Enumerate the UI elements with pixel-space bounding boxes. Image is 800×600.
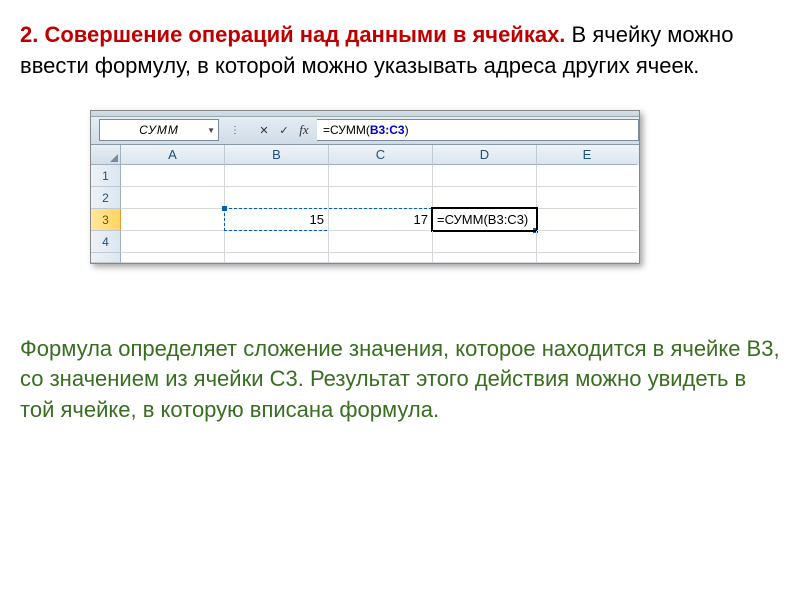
cell-b1[interactable] [225,165,329,187]
cell-b5[interactable] [225,253,329,263]
cell-c5[interactable] [329,253,433,263]
formula-bar-grip: ⋮ [219,125,251,136]
cell-b3[interactable]: 15 [225,209,329,231]
row-2: 2 [91,187,639,209]
column-headers: A B C D E [91,145,639,165]
formula-input[interactable]: =СУММ(B3:C3) [317,119,639,141]
enter-button[interactable]: ✓ [275,121,293,139]
col-header-e[interactable]: E [537,145,637,165]
cell-c3[interactable]: 17 [329,209,433,231]
cell-a1[interactable] [121,165,225,187]
cell-d4[interactable] [433,231,537,253]
spreadsheet-grid: A B C D E 1 2 3 15 [91,145,639,263]
row-4: 4 [91,231,639,253]
row-1: 1 [91,165,639,187]
cell-c2[interactable] [329,187,433,209]
cell-d5[interactable] [433,253,537,263]
cell-c4[interactable] [329,231,433,253]
col-header-d[interactable]: D [433,145,537,165]
cell-a2[interactable] [121,187,225,209]
cell-b4[interactable] [225,231,329,253]
cell-e1[interactable] [537,165,637,187]
cell-d1[interactable] [433,165,537,187]
col-header-c[interactable]: C [329,145,433,165]
explanation-text: Формула определяет сложение значения, ко… [20,334,780,426]
name-box[interactable]: СУММ ▼ [99,119,219,141]
cell-d3-value: =СУММ(B3:C3) [437,212,528,227]
row-header-1[interactable]: 1 [91,165,121,187]
cell-a3[interactable] [121,209,225,231]
name-box-dropdown-icon[interactable]: ▼ [207,126,216,135]
cell-d3[interactable]: =СУММ(B3:C3) [433,209,537,231]
row-header-3[interactable]: 3 [91,209,121,231]
cell-e2[interactable] [537,187,637,209]
row-header-5[interactable] [91,253,121,263]
formula-bar-buttons: ✕ ✓ fx [251,119,317,141]
formula-suffix: ) [405,123,409,137]
cell-b2[interactable] [225,187,329,209]
slide-heading: 2. Совершение операций над данными в яче… [20,20,780,82]
cell-b3-value: 15 [310,212,324,227]
cancel-button[interactable]: ✕ [255,121,273,139]
name-box-value: СУММ [139,123,179,137]
cell-e5[interactable] [537,253,637,263]
formula-range: B3:C3 [370,123,405,137]
row-3: 3 15 17 =СУММ(B3:C3) [91,209,639,231]
cell-c3-value: 17 [414,212,428,227]
cell-a5[interactable] [121,253,225,263]
row-header-4[interactable]: 4 [91,231,121,253]
cell-d2[interactable] [433,187,537,209]
col-header-b[interactable]: B [225,145,329,165]
formula-bar: СУММ ▼ ⋮ ✕ ✓ fx =СУММ(B3:C3) [91,117,639,145]
cell-e4[interactable] [537,231,637,253]
row-header-2[interactable]: 2 [91,187,121,209]
heading-title: 2. Совершение операций над данными в яче… [20,22,565,47]
cell-c1[interactable] [329,165,433,187]
cell-e3[interactable] [537,209,637,231]
select-all-corner[interactable] [91,145,121,165]
formula-prefix: =СУММ( [323,123,370,137]
excel-screenshot: СУММ ▼ ⋮ ✕ ✓ fx =СУММ(B3:C3) A B C D E 1 [90,110,640,264]
col-header-a[interactable]: A [121,145,225,165]
cell-a4[interactable] [121,231,225,253]
row-5-partial [91,253,639,263]
fx-button[interactable]: fx [295,121,313,139]
